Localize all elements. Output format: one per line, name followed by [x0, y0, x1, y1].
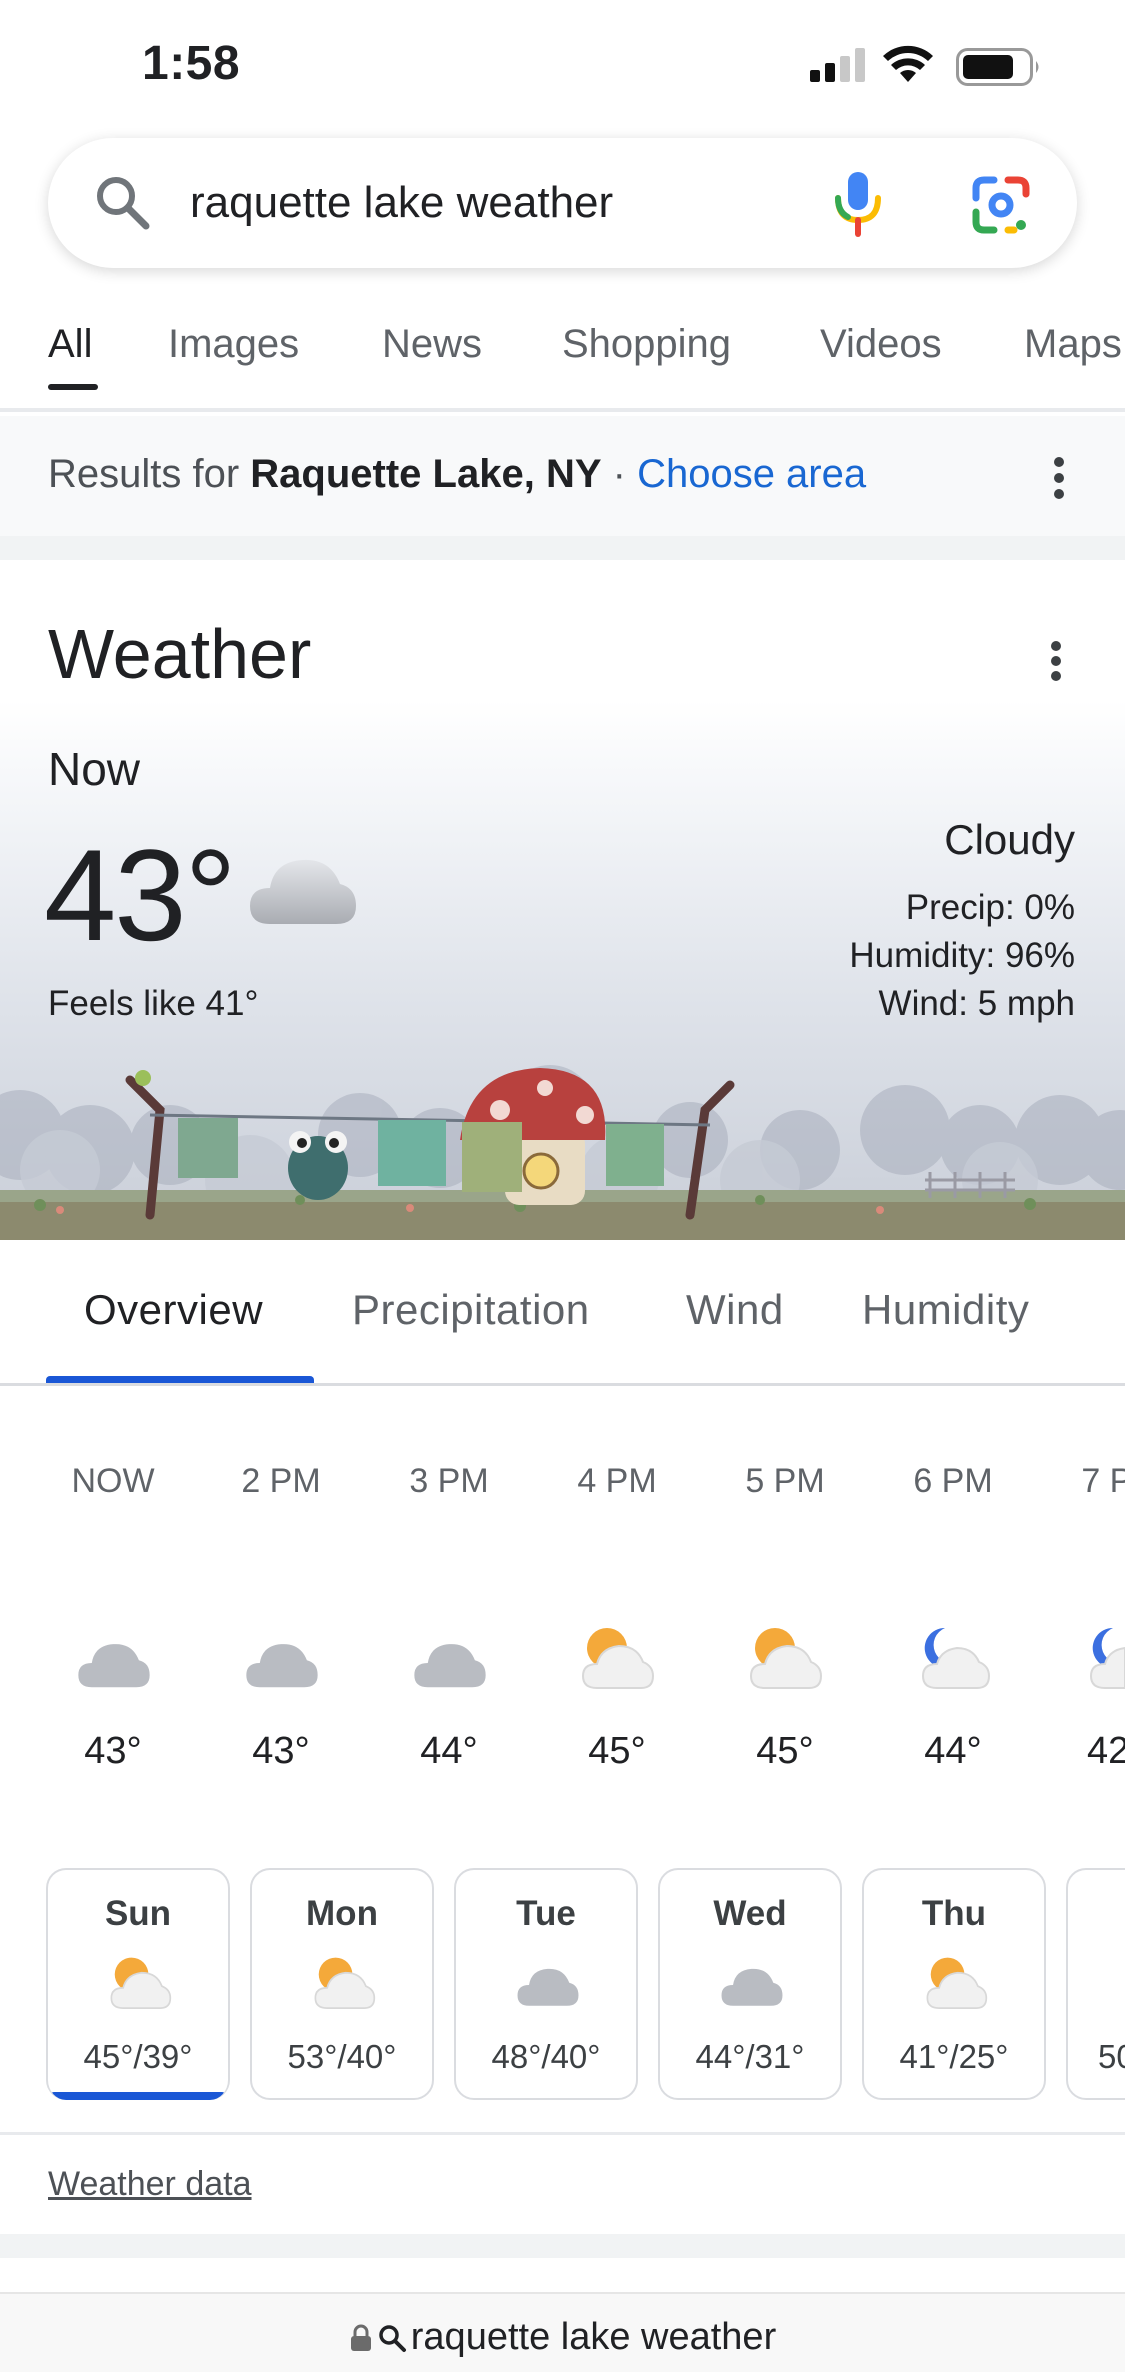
hour-label: 4 PM — [577, 1462, 657, 1500]
day-card[interactable]: Thu 41°/25° — [862, 1868, 1046, 2100]
address-query: raquette lake weather — [410, 2316, 777, 2358]
hour-label: NOW — [71, 1462, 155, 1500]
battery-icon — [956, 48, 1039, 86]
now-label: Now — [48, 743, 141, 795]
tab-humidity[interactable]: Humidity — [862, 1286, 1029, 1334]
hour-temp: 43° — [84, 1730, 142, 1772]
tab-maps[interactable]: Maps — [1024, 322, 1122, 367]
feels-like: Feels like 41° — [48, 984, 259, 1023]
weather-more-icon[interactable] — [1048, 640, 1064, 682]
browser-address-bar[interactable]: raquette lake weather — [0, 2292, 1125, 2372]
cloud-icon — [246, 1644, 318, 1688]
hour-label: 3 PM — [409, 1462, 489, 1500]
status-time: 1:58 — [142, 37, 241, 90]
tab-news[interactable]: News — [382, 322, 482, 367]
day-card[interactable]: Tue 48°/40° — [454, 1868, 638, 2100]
hour-temp: 43° — [252, 1730, 310, 1772]
tab-wind[interactable]: Wind — [686, 1286, 784, 1334]
cloud-icon — [414, 1644, 486, 1688]
cellular-signal-icon — [810, 48, 865, 82]
tab-shopping[interactable]: Shopping — [562, 322, 731, 367]
day-temp-range: 53°/40° — [287, 2038, 397, 2075]
microphone-icon[interactable] — [828, 168, 888, 240]
day-card-selected[interactable]: Sun 45°/39° — [46, 1868, 230, 2100]
partly-cloudy-icon — [314, 1957, 376, 2009]
section-divider — [0, 536, 1125, 560]
partly-cloudy-icon — [581, 1628, 655, 1689]
hour-temp: 44° — [924, 1730, 982, 1772]
partly-cloudy-night-icon — [921, 1627, 991, 1689]
more-vert-icon[interactable] — [1050, 456, 1068, 500]
hour-temp: 45° — [756, 1730, 814, 1772]
day-name: Sun — [104, 1894, 172, 1933]
lock-icon — [350, 2324, 371, 2351]
day-card[interactable]: 50° — [1066, 1868, 1125, 2100]
day-name: Tue — [516, 1894, 576, 1933]
tab-active-indicator — [48, 384, 98, 390]
day-temp-range: 44°/31° — [695, 2038, 805, 2075]
cloud-icon — [517, 1968, 579, 2006]
results-separator: · — [601, 452, 638, 496]
day-temp-range: 45°/39° — [83, 2038, 193, 2075]
results-prefix: Results for — [48, 452, 251, 496]
day-temp-range: 41°/25° — [899, 2038, 1009, 2075]
tab-overview[interactable]: Overview — [84, 1286, 263, 1334]
hour-label: 5 PM — [745, 1462, 825, 1500]
hour-label: 2 PM — [241, 1462, 321, 1500]
tab-all[interactable]: All — [48, 322, 92, 367]
partly-cloudy-icon — [926, 1957, 988, 2009]
precipitation-value: Precip: 0% — [905, 888, 1075, 927]
hour-temp: 44° — [420, 1730, 478, 1772]
day-temp-range: 50° — [1098, 2038, 1125, 2075]
hour-temp: 45° — [588, 1730, 646, 1772]
day-card[interactable]: Wed 44°/31° — [658, 1868, 842, 2100]
partly-cloudy-night-icon — [1089, 1627, 1125, 1689]
tab-images[interactable]: Images — [168, 322, 299, 367]
choose-area-link[interactable]: Choose area — [637, 452, 866, 496]
day-card[interactable]: Mon 53°/40° — [250, 1868, 434, 2100]
hour-label: 6 PM — [913, 1462, 993, 1500]
cloud-icon — [721, 1968, 783, 2006]
status-bar: 1:58 — [0, 0, 1125, 130]
day-selected-indicator — [50, 2092, 226, 2100]
search-tabs: All Images News Shopping Videos Maps — [0, 300, 1125, 412]
results-location: Raquette Lake, NY — [250, 452, 602, 496]
day-name: Thu — [921, 1894, 987, 1933]
weather-condition: Cloudy — [944, 816, 1075, 863]
weather-data-link[interactable]: Weather data — [48, 2165, 252, 2204]
address-text: raquette lake weather — [0, 2316, 1125, 2359]
cloud-icon — [78, 1644, 150, 1688]
day-name: Wed — [713, 1894, 787, 1933]
results-location-bar: Results for Raquette Lake, NY · Choose a… — [0, 416, 1125, 536]
search-icon — [379, 2325, 406, 2352]
hour-label: 7 PM — [1081, 1462, 1125, 1500]
humidity-value: Humidity: 96% — [849, 936, 1075, 975]
cloud-icon — [250, 859, 356, 924]
search-bar[interactable]: raquette lake weather — [48, 138, 1077, 268]
partly-cloudy-icon — [110, 1957, 172, 2009]
results-for-text: Results for Raquette Lake, NY · Choose a… — [48, 452, 866, 497]
weather-tabs: Overview Precipitation Wind Humidity — [0, 1240, 1125, 1386]
weather-illustration — [0, 1065, 1125, 1240]
day-temp-range: 48°/40° — [491, 2038, 601, 2075]
weather-title: Weather — [48, 615, 312, 693]
hour-temp: 42° — [1087, 1730, 1125, 1772]
tab-videos[interactable]: Videos — [820, 322, 942, 367]
wind-value: Wind: 5 mph — [878, 984, 1075, 1023]
current-temperature: 43° — [44, 822, 237, 968]
search-input[interactable]: raquette lake weather — [190, 178, 613, 228]
wifi-icon — [883, 45, 933, 82]
section-divider — [0, 2234, 1125, 2258]
search-icon[interactable] — [92, 172, 152, 232]
day-name: Mon — [306, 1894, 378, 1933]
google-lens-icon[interactable] — [970, 174, 1032, 236]
weather-data-footer: Weather data — [0, 2132, 1125, 2234]
partly-cloudy-icon — [749, 1628, 823, 1689]
weather-tab-indicator — [46, 1376, 314, 1383]
tab-precipitation[interactable]: Precipitation — [352, 1286, 590, 1334]
